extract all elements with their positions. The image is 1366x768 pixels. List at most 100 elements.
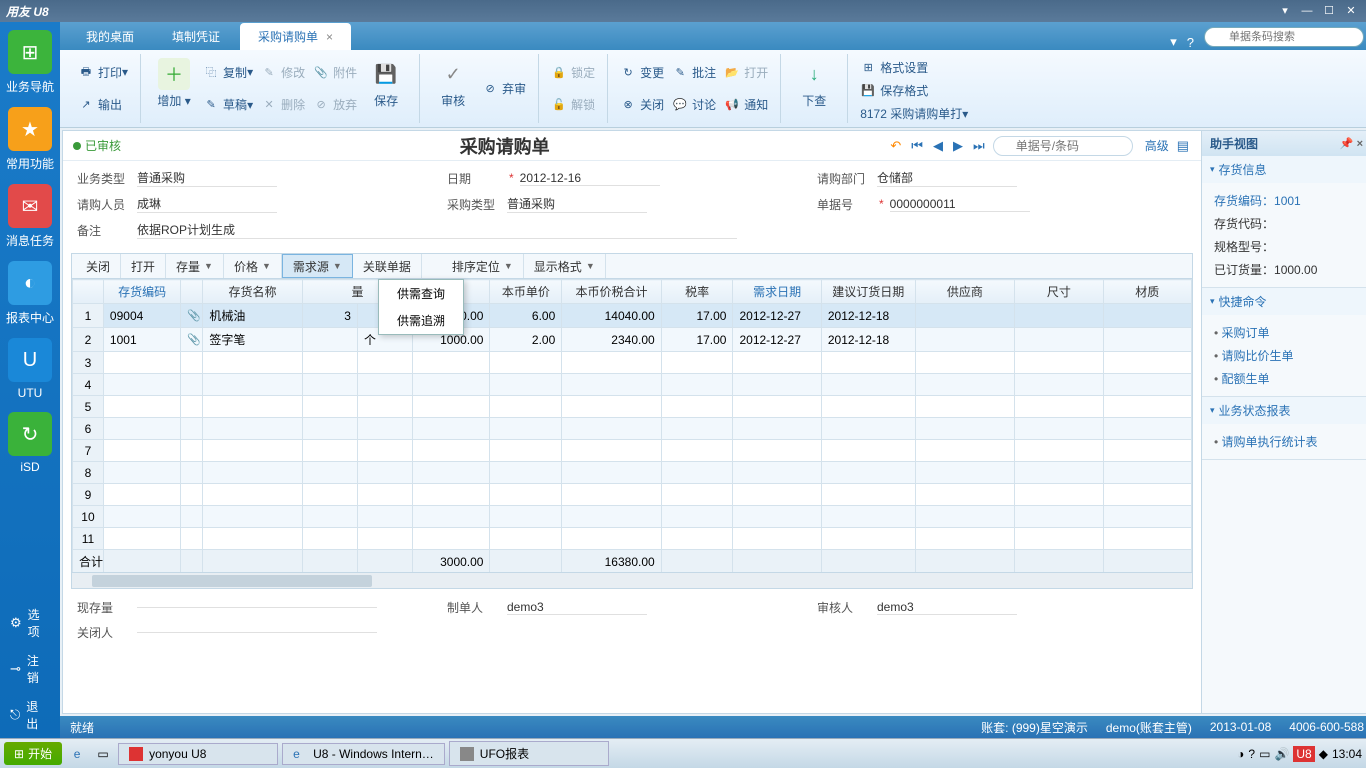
sec-quick-commands[interactable]: ▾快捷命令	[1202, 288, 1366, 315]
tab-voucher[interactable]: 填制凭证	[154, 23, 238, 50]
help-icon[interactable]: ?	[1187, 35, 1194, 50]
quick-purchase-order[interactable]: 采购订单	[1214, 321, 1359, 344]
discuss-button[interactable]: 💬讨论	[668, 93, 720, 116]
gt-price[interactable]: 价格▼	[224, 254, 282, 278]
nav-utu[interactable]: UUTU	[0, 338, 60, 400]
open-doc-button[interactable]: 📂打开	[720, 61, 772, 84]
task-ufo[interactable]: UFO报表	[449, 741, 609, 766]
notify-button[interactable]: 📢通知	[720, 93, 772, 116]
draft-button[interactable]: ✎草稿 ▾	[199, 93, 257, 116]
report-exec-stats[interactable]: 请购单执行统计表	[1214, 430, 1359, 453]
col-amt[interactable]: 本币价税合计	[562, 280, 661, 304]
table-row[interactable]: 1 09004📎 机械油 3 2000.00 6.00 14040.00 17.…	[73, 304, 1192, 328]
prev-icon[interactable]: ◀	[931, 138, 945, 154]
col-tax[interactable]: 税率	[661, 280, 733, 304]
undo-icon[interactable]: ↶	[888, 138, 903, 154]
first-icon[interactable]: ⏮	[909, 138, 925, 154]
nav-business[interactable]: ⊞业务导航	[0, 30, 60, 95]
table-row[interactable]: 7	[73, 440, 1192, 462]
tray-icon[interactable]: ◆	[1319, 747, 1328, 761]
tab-desktop[interactable]: 我的桌面	[68, 23, 152, 50]
nav-reports[interactable]: ◐报表中心	[0, 261, 60, 326]
maximize-button[interactable]: ☐	[1320, 4, 1338, 18]
inv-code-link[interactable]: 存货编码：1001	[1214, 194, 1301, 208]
nav-messages[interactable]: ✉消息任务	[0, 184, 60, 249]
abandon-button[interactable]: ⊘放弃	[309, 93, 361, 116]
tab-close-icon[interactable]: ×	[326, 30, 333, 44]
desktop-icon[interactable]: ▭	[92, 743, 114, 765]
table-row[interactable]: 11	[73, 528, 1192, 550]
dropdown-supply-demand-query[interactable]: 供需查询	[379, 280, 463, 307]
quick-quota[interactable]: 配额生单	[1214, 367, 1359, 390]
change-button[interactable]: ↻变更	[616, 61, 668, 84]
exit-button[interactable]: ⎋退出	[0, 692, 60, 738]
advanced-search-link[interactable]: 高级	[1145, 137, 1169, 154]
table-row[interactable]: 5	[73, 396, 1192, 418]
system-tray[interactable]: ◑ ? ▭ 🔊 U8 ◆ 13:04	[1237, 746, 1362, 762]
menu-dropdown-icon[interactable]: ▾	[1170, 34, 1177, 50]
nav-isd[interactable]: ↻iSD	[0, 412, 60, 474]
pin-icon[interactable]: 📌 ×	[1340, 137, 1363, 150]
last-icon[interactable]: ⏭	[971, 138, 987, 154]
col-need-date[interactable]: 需求日期	[733, 280, 821, 304]
modify-button[interactable]: ✎修改	[257, 61, 309, 84]
output-button[interactable]: ↗输出	[74, 93, 132, 116]
save-format-button[interactable]: 💾保存格式	[856, 79, 972, 102]
tab-purchase-req[interactable]: 采购请购单×	[240, 23, 351, 50]
col-size[interactable]: 尺寸	[1015, 280, 1103, 304]
format-set-button[interactable]: ⊞格式设置	[856, 56, 972, 79]
attach-button[interactable]: 📎附件	[309, 61, 361, 84]
tray-icon[interactable]: ▭	[1259, 747, 1270, 761]
start-button[interactable]: ⊞开始	[4, 742, 62, 765]
gt-demand[interactable]: 需求源▼	[282, 254, 353, 278]
minimize-button[interactable]: —	[1298, 4, 1316, 18]
list-icon[interactable]: ▤	[1175, 138, 1191, 154]
table-row[interactable]: 9	[73, 484, 1192, 506]
lock-button[interactable]: 🔒锁定	[547, 61, 599, 84]
options-button[interactable]: ⚙选项	[0, 600, 60, 646]
unlock-button[interactable]: 🔓解锁	[547, 93, 599, 116]
col-name[interactable]: 存货名称	[203, 280, 302, 304]
sec-status-reports[interactable]: ▾业务状态报表	[1202, 397, 1366, 424]
delete-button[interactable]: ✕删除	[257, 93, 309, 116]
gt-sort[interactable]: 排序定位▼	[442, 254, 524, 278]
h-scrollbar[interactable]	[72, 572, 1192, 588]
gt-display[interactable]: 显示格式▼	[524, 254, 606, 278]
table-row[interactable]: 8	[73, 462, 1192, 484]
save-button[interactable]: 💾保存	[361, 56, 411, 121]
add-button[interactable]: ＋增加 ▾	[149, 56, 199, 121]
table-row[interactable]: 10	[73, 506, 1192, 528]
batch-note-button[interactable]: ✎批注	[668, 61, 720, 84]
col-material[interactable]: 材质	[1103, 280, 1192, 304]
doc-search-input[interactable]	[993, 136, 1133, 156]
next-icon[interactable]: ▶	[951, 138, 965, 154]
close-button[interactable]: ✕	[1342, 4, 1360, 18]
col-code[interactable]: 存货编码	[103, 280, 180, 304]
col-supplier[interactable]: 供应商	[915, 280, 1014, 304]
gt-stock[interactable]: 存量▼	[166, 254, 224, 278]
table-row[interactable]: 6	[73, 418, 1192, 440]
tray-icon[interactable]: ◑	[1237, 747, 1244, 761]
nav-favorites[interactable]: ★常用功能	[0, 107, 60, 172]
format-name[interactable]: 8172 采购请购单打 ▾	[856, 102, 972, 125]
table-row[interactable]: 2 1001📎 签字笔 个 1000.00 2.00 2340.00 17.00…	[73, 328, 1192, 352]
gt-related[interactable]: 关联单据	[353, 254, 422, 278]
col-suggest-date[interactable]: 建议订货日期	[821, 280, 915, 304]
task-ie[interactable]: eU8 - Windows Intern…	[282, 743, 445, 765]
sec-inventory-info[interactable]: ▾存货信息	[1202, 156, 1366, 183]
gt-open[interactable]: 打开	[121, 254, 166, 278]
logout-button[interactable]: ⊸注销	[0, 646, 60, 692]
tray-icon[interactable]: U8	[1293, 746, 1314, 762]
col-price[interactable]: 本币单价	[490, 280, 562, 304]
quick-compare-price[interactable]: 请购比价生单	[1214, 344, 1359, 367]
barcode-search-input[interactable]	[1204, 27, 1364, 47]
tray-icon[interactable]: ?	[1248, 747, 1255, 761]
table-row[interactable]: 3	[73, 352, 1192, 374]
copy-button[interactable]: ⿻复制 ▾	[199, 61, 257, 84]
tray-icon[interactable]: 🔊	[1274, 747, 1289, 761]
ie-icon[interactable]: e	[66, 743, 88, 765]
table-row[interactable]: 4	[73, 374, 1192, 396]
audit-button[interactable]: ✓审核	[428, 56, 478, 121]
close-doc-button[interactable]: ⊗关闭	[616, 93, 668, 116]
push-button[interactable]: ↓下查	[789, 56, 839, 121]
